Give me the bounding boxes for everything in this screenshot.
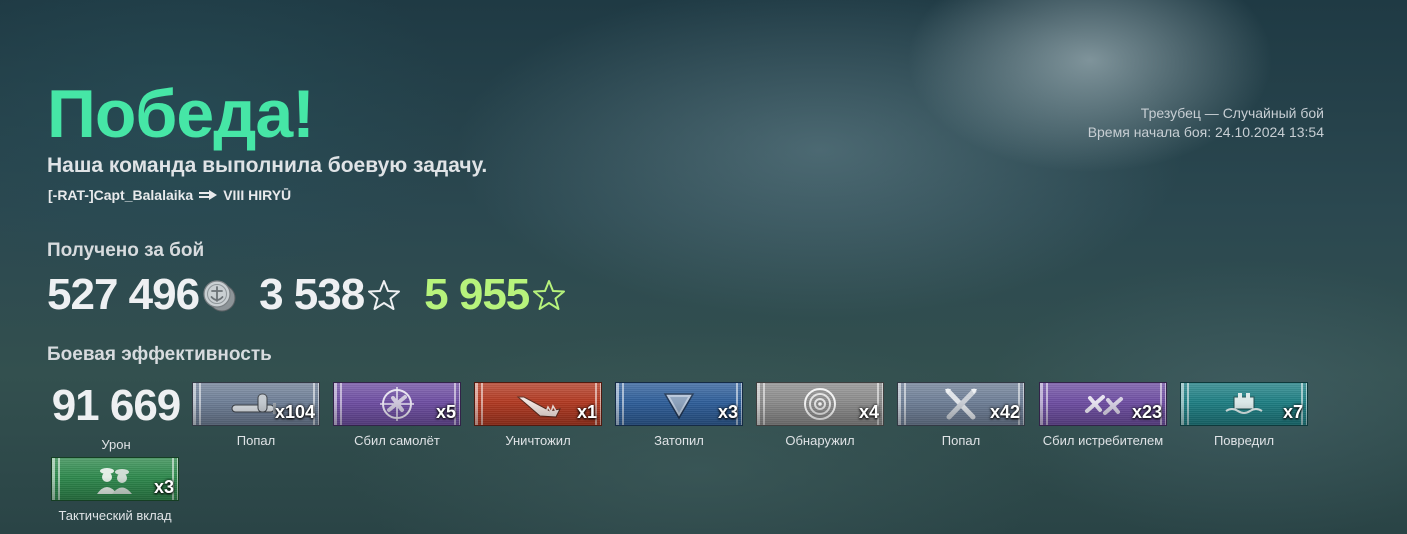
ribbon-count: x104 [274,402,315,422]
ribbon-destroyed[interactable]: x1 Уничтожил [473,382,603,448]
ribbon-fighter-shot[interactable]: x23 Сбил истребителем [1038,382,1168,448]
ribbon-image: x42 [897,382,1025,426]
battle-info: Трезубец — Случайный бой Время начала бо… [1088,104,1324,142]
ribbon-count: x42 [989,402,1020,422]
ribbon-label: Попал [941,433,981,448]
ribbon-label: Сбил самолёт [354,433,440,448]
victory-subtitle: Наша команда выполнила боевую задачу. [47,154,488,177]
free-xp-value: 5 955 [424,270,530,319]
ship-name: VIII HIRYŪ [223,187,292,203]
battle-start-time: Время начала боя: 24.10.2024 13:54 [1087,124,1324,140]
ribbon-image: x5 [333,382,461,426]
arrow-right-icon [199,190,218,200]
damage-label: Урон [101,437,131,452]
ribbon-label: Попал [236,433,276,448]
ribbon-spotted[interactable]: x4 Обнаружил [755,382,885,448]
credits-coin-icon [203,280,236,312]
player-name: [-RAT-]Capt_Balalaika [48,187,194,203]
ribbon-image: x23 [1039,382,1167,426]
ribbon-label: Тактический вклад [58,508,172,523]
ribbon-count: x7 [1282,402,1303,422]
ribbon-label: Обнаружил [785,433,855,448]
ribbon-flooded[interactable]: x3 Затопил [614,382,744,448]
ribbon-count: x23 [1131,402,1162,422]
earned-row: 527 496 3 538 5 955 [47,270,567,320]
ribbon-image: x1 [474,382,602,426]
ribbon-label: Затопил [654,433,704,448]
ribbon-image: x3 [51,457,179,501]
xp-value: 3 538 [259,270,365,319]
earned-label: Получено за бой [47,240,205,261]
xp-star-icon [368,280,401,310]
ribbon-count: x1 [576,402,597,422]
map-mode: Трезубец — Случайный бой [1140,105,1324,121]
damage-block: 91 669 Урон [47,381,185,453]
ribbon-count: x3 [717,402,738,422]
ribbon-hit-torpedo[interactable]: x104 Попал [191,382,321,448]
victory-title: Победа! [47,76,315,152]
ribbon-image: x4 [756,382,884,426]
damage-value: 91 669 [51,381,182,430]
ribbon-plane-shot[interactable]: x5 Сбил самолёт [332,382,462,448]
ribbon-label: Сбил истребителем [1042,433,1164,448]
ribbon-image: x104 [192,382,320,426]
free-xp-star-icon [533,280,566,310]
ribbon-count: x3 [153,477,174,497]
efficiency-label: Боевая эффективность [47,344,272,365]
ribbon-damaged[interactable]: x7 Повредил [1179,382,1309,448]
ribbon-image: x3 [615,382,743,426]
ribbon-hit-bombs[interactable]: x42 Попал [896,382,1026,448]
ribbon-count: x5 [435,402,456,422]
ribbon-image: x7 [1180,382,1308,426]
ribbon-label: Уничтожил [505,433,571,448]
ribbon-count: x4 [858,402,879,422]
player-ship-line: [-RAT-]Capt_Balalaika VIII HIRYŪ [48,187,291,203]
ribbon-label: Повредил [1213,433,1275,448]
credits-value: 527 496 [47,270,200,319]
ribbon-tactical-contribution[interactable]: x3 Тактический вклад [50,457,180,523]
